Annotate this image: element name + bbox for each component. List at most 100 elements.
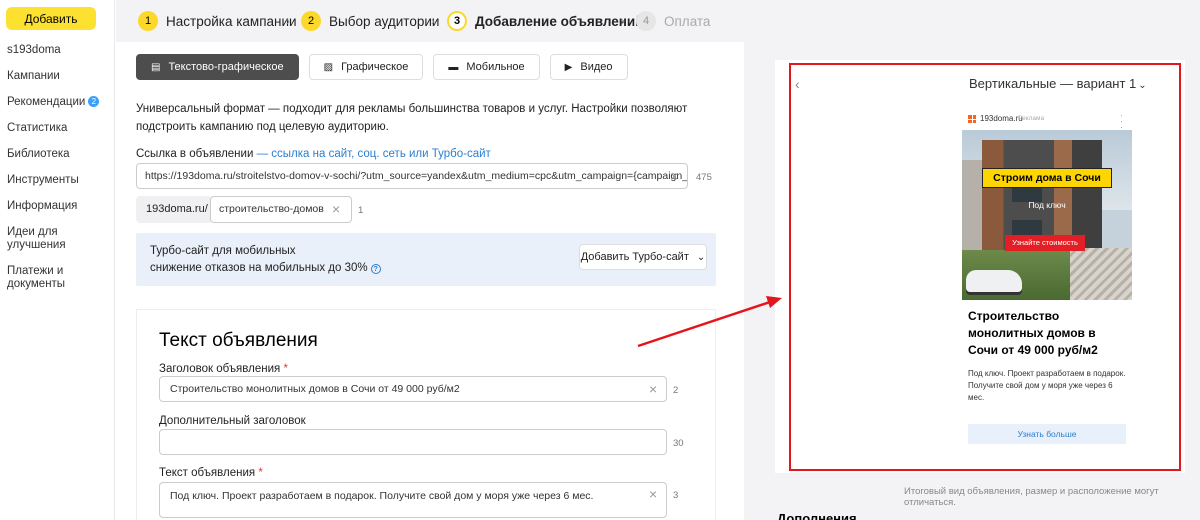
banner-stairs [1070,248,1132,300]
headline-char-counter: 2 [673,385,679,396]
ad-link-label: Ссылка в объявлении — ссылка на сайт, со… [136,148,491,160]
preview-site: 193doma.ru [980,114,1023,123]
chevron-down-icon: ⌄ [696,251,706,263]
extensions-section-title: Дополнения [777,511,857,520]
step-number: 2 [301,11,321,31]
turbo-subtitle-text: снижение отказов на мобильных до 30% [150,262,368,274]
ad-preview-panel: ‹ Вертикальные — вариант 1 ⌄ 193doma.ru Р… [775,60,1185,473]
extra-headline-input[interactable] [159,429,667,455]
step-number: 3 [447,11,467,31]
preview-title: Строительство монолитных домов в Сочи от… [968,309,1098,357]
campaign-stepper: 1 Настройка кампании › 2 Выбор аудитории… [116,0,1200,42]
banner-subtitle: Под ключ [1028,200,1066,210]
path-char-counter: 1 [358,205,364,216]
image-icon: ▨ [323,61,334,73]
ad-body-input[interactable]: Под ключ. Проект разработаем в подарок. … [159,482,667,518]
display-path-input[interactable]: строительство-домов [210,196,352,223]
ad-link-hint: — ссылка на сайт, соц. сеть или Турбо-са… [256,148,491,160]
banner-car [966,270,1022,292]
tab-graphic[interactable]: ▨ Графическое [308,54,424,80]
sidebar-item-tools[interactable]: Инструменты [7,174,113,187]
ad-body-label: Текст объявления * [159,467,263,479]
chevron-down-icon: ⌄ [1138,80,1147,91]
headline-label-text: Заголовок объявления [159,363,281,375]
step-label: Настройка кампании [166,13,297,29]
preview-header: ‹ Вертикальные — вариант 1 ⌄ [775,76,1185,92]
step-campaign-settings[interactable]: 1 Настройка кампании [138,11,297,31]
required-mark: * [258,467,263,479]
button-label: Добавить Турбо-сайт [580,251,689,263]
sidebar-item-recommendations[interactable]: Рекомендации 2 [7,96,113,109]
sidebar-item-library[interactable]: Библиотека [7,148,113,161]
learn-more-button[interactable]: Узнать больше [968,424,1126,444]
question-icon[interactable]: ? [370,264,381,274]
format-description: Универсальный формат — подходит для рекл… [136,103,688,133]
more-vertical-icon[interactable]: · · · [1120,111,1123,132]
link-char-counter: 475 [696,172,712,183]
mobile-ad-preview: 193doma.ru Реклама · · · Строим дома в Соч… [962,108,1132,451]
tab-label: Текстово-графическое [168,61,284,73]
step-add-ads[interactable]: 3 Добавление объявлений [447,11,644,31]
sidebar-item-account[interactable]: s193doma [7,44,113,57]
display-domain: 193doma.ru/ [136,196,212,223]
add-button[interactable]: Добавить [6,7,96,30]
clear-headline-icon[interactable]: × [649,382,657,396]
clear-path-icon[interactable]: × [332,202,340,216]
required-mark: * [283,363,288,375]
step-payment: 4 Оплата [636,11,710,31]
ad-link-label-text: Ссылка в объявлении [136,148,254,160]
variant-label: Вертикальные — вариант 1 [969,76,1137,91]
tab-text-image[interactable]: ▤ Текстово-графическое [136,54,299,80]
headline-label: Заголовок объявления * [159,363,288,375]
add-turbo-site-button[interactable]: Добавить Турбо-сайт ⌄ [579,244,707,270]
extra-headline-label: Дополнительный заголовок [159,415,306,427]
preview-variant-select[interactable]: Вертикальные — вариант 1 ⌄ [969,76,1147,91]
ad-form-panel: ▤ Текстово-графическое ▨ Графическое ▬ М… [116,42,744,520]
step-label: Выбор аудитории [329,13,440,29]
sidebar-item-campaigns[interactable]: Кампании [7,70,113,83]
site-logo-icon [968,115,976,123]
tab-mobile[interactable]: ▬ Мобильное [433,54,540,80]
step-label: Добавление объявлений [475,13,644,29]
clear-link-icon[interactable]: × [670,169,678,183]
step-label: Оплата [664,13,711,29]
sidebar-item-payments[interactable]: Платежи и документы [7,265,113,291]
ad-format-tabs: ▤ Текстово-графическое ▨ Графическое ▬ М… [136,54,628,80]
mobile-icon: ▬ [448,61,459,73]
turbo-subtitle: снижение отказов на мобильных до 30%? [150,262,381,274]
turbo-title: Турбо-сайт для мобильных [150,245,296,257]
preview-ad-tag: Реклама [1018,115,1045,122]
banner-headline: Строим дома в Сочи [982,168,1112,188]
recommendations-count-badge: 2 [88,96,100,107]
sidebar-item-label: Рекомендации [7,96,86,108]
sidebar-item-information[interactable]: Информация [7,200,113,213]
extra-headline-char-counter: 30 [673,438,684,449]
preview-footnote: Итоговый вид объявления, размер и распол… [904,486,1159,508]
ad-link-input[interactable]: https://193doma.ru/stroitelstvo-domov-v-… [136,163,688,189]
ad-body-label-text: Текст объявления [159,467,256,479]
step-audience[interactable]: 2 Выбор аудитории [301,11,439,31]
step-number: 1 [138,11,158,31]
sidebar-nav: s193doma Кампании Рекомендации 2 Статисти… [7,44,113,304]
chevron-right-icon: › [431,14,435,28]
chevron-right-icon: › [621,14,625,28]
preview-body: Строительство монолитных домов в Сочи от… [962,300,1132,451]
tab-label: Мобильное [466,61,525,73]
chevron-right-icon: › [286,14,290,28]
tab-video[interactable]: ▶ Видео [549,54,628,80]
clear-body-icon[interactable]: × [649,487,657,501]
banner-cta: Узнайте стоимость [1005,235,1085,251]
chevron-left-icon[interactable]: ‹ [795,76,800,92]
sidebar-item-ideas[interactable]: Идеи для улучшения [7,226,113,252]
ad-text-section-title: Текст объявления [159,330,318,351]
headline-input[interactable]: Строительство монолитных домов в Сочи от… [159,376,667,402]
sidebar: Добавить s193doma Кампании Рекомендации 2… [0,0,115,520]
body-char-counter: 3 [673,490,679,501]
video-icon: ▶ [564,61,573,73]
preview-text: Под ключ. Проект разработаем в подарок. … [968,369,1126,402]
turbo-site-banner: Турбо-сайт для мобильных снижение отказо… [136,233,716,286]
sidebar-item-statistics[interactable]: Статистика [7,122,113,135]
tab-label: Видео [580,61,613,73]
tab-label: Графическое [341,61,409,73]
text-image-icon: ▤ [151,61,161,73]
